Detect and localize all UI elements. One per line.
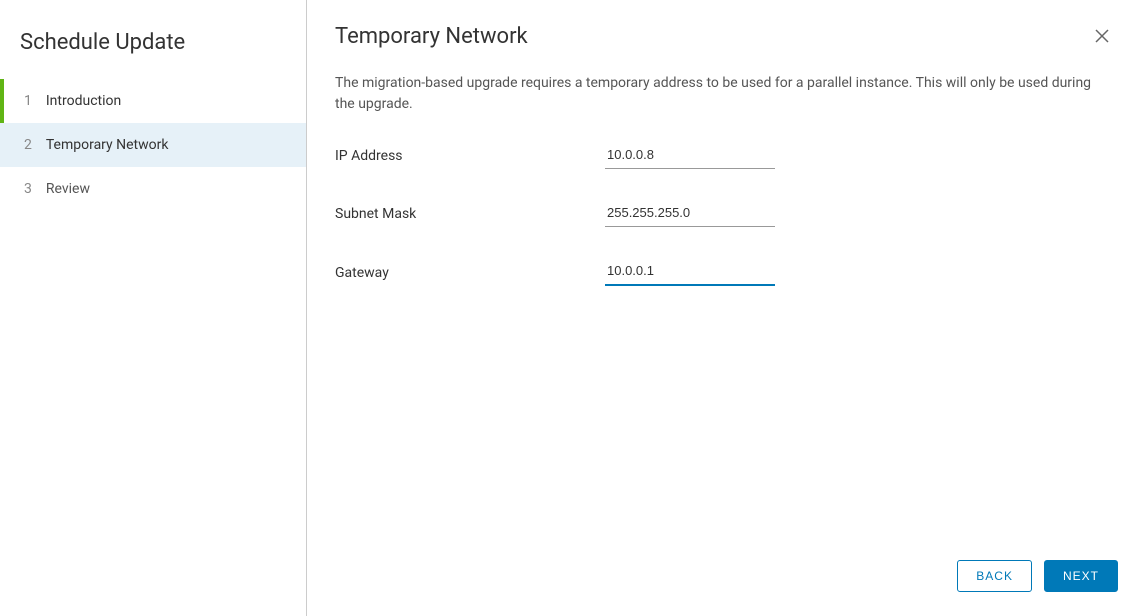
step-temporary-network[interactable]: 2 Temporary Network bbox=[0, 123, 306, 167]
back-button[interactable]: Back bbox=[957, 560, 1032, 592]
subnet-mask-label: Subnet Mask bbox=[335, 206, 605, 222]
main-panel: Temporary Network The migration-based up… bbox=[307, 0, 1142, 616]
main-content: The migration-based upgrade requires a t… bbox=[307, 53, 1142, 544]
ip-address-input[interactable] bbox=[605, 143, 775, 169]
ip-address-label: IP Address bbox=[335, 148, 605, 164]
page-title: Temporary Network bbox=[335, 24, 528, 49]
gateway-input[interactable] bbox=[605, 259, 775, 286]
wizard-title: Schedule Update bbox=[0, 20, 306, 79]
main-header: Temporary Network bbox=[307, 0, 1142, 53]
page-description: The migration-based upgrade requires a t… bbox=[335, 73, 1114, 115]
close-button[interactable] bbox=[1090, 24, 1114, 53]
step-introduction[interactable]: 1 Introduction bbox=[0, 79, 306, 123]
subnet-mask-input[interactable] bbox=[605, 201, 775, 227]
close-icon bbox=[1094, 31, 1110, 48]
form-row-ip-address: IP Address bbox=[335, 143, 1114, 169]
step-number: 3 bbox=[24, 181, 32, 197]
step-number: 1 bbox=[24, 93, 32, 109]
form-row-subnet-mask: Subnet Mask bbox=[335, 201, 1114, 227]
gateway-label: Gateway bbox=[335, 265, 605, 281]
wizard-sidebar: Schedule Update 1 Introduction 2 Tempora… bbox=[0, 0, 307, 616]
form-row-gateway: Gateway bbox=[335, 259, 1114, 286]
step-number: 2 bbox=[24, 137, 32, 153]
next-button[interactable]: Next bbox=[1044, 560, 1118, 592]
step-label: Temporary Network bbox=[46, 137, 169, 153]
step-review[interactable]: 3 Review bbox=[0, 167, 306, 211]
step-label: Introduction bbox=[46, 93, 121, 109]
wizard-footer: Back Next bbox=[307, 544, 1142, 616]
step-label: Review bbox=[46, 181, 90, 197]
